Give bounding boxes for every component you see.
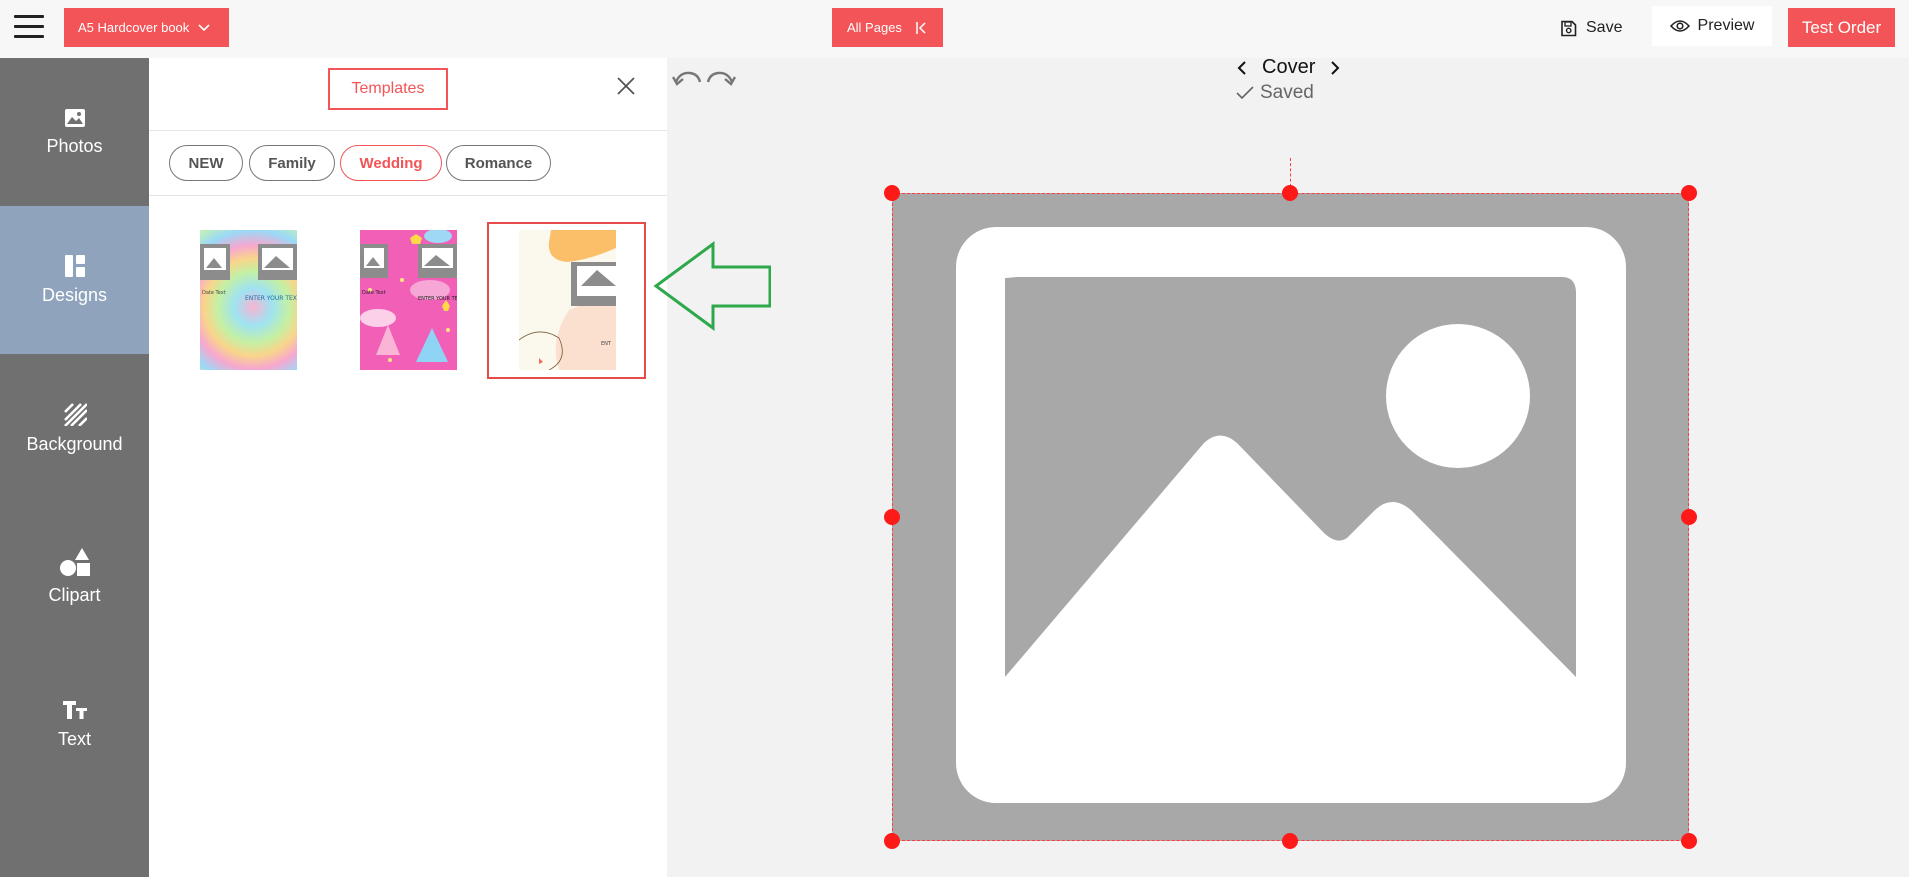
sidebar-item-background[interactable]: Background <box>0 354 149 502</box>
filter-chip-label: Wedding <box>359 154 423 172</box>
collapse-left-icon <box>916 22 926 34</box>
preview-label: Preview <box>1697 17 1755 34</box>
test-order-button[interactable]: Test Order <box>1788 8 1895 47</box>
sidebar-item-designs[interactable]: Designs <box>0 206 149 354</box>
save-status-label: Saved <box>1260 82 1314 103</box>
templates-panel: Templates NEW Family Wedding Romance ENT… <box>149 58 667 877</box>
svg-text:ENTER YOUR TE: ENTER YOUR TE <box>418 296 457 302</box>
save-status: Saved <box>1236 82 1314 104</box>
product-selector-button[interactable]: A5 Hardcover book <box>64 8 229 47</box>
save-label: Save <box>1586 19 1623 36</box>
resize-handle-right[interactable] <box>1681 509 1697 525</box>
chevron-left-icon[interactable] <box>1236 60 1248 75</box>
sidebar-item-clipart[interactable]: Clipart <box>0 502 149 650</box>
image-placeholder-icon: ENTER YOUR TEXT Date Text <box>200 244 297 302</box>
product-label: A5 Hardcover book <box>78 20 190 35</box>
chevron-right-icon[interactable] <box>1329 60 1341 75</box>
image-placeholder-icon <box>956 227 1626 803</box>
filter-chip-label: Family <box>268 154 316 172</box>
resize-handle-left[interactable] <box>884 509 900 525</box>
template-thumbnail-tie-dye[interactable]: ENTER YOUR TEXT Date Text <box>200 230 297 370</box>
test-order-label: Test Order <box>1801 17 1882 37</box>
filter-chip-label: NEW <box>188 154 224 172</box>
check-icon <box>1236 86 1254 100</box>
template-thumbnail-princess[interactable]: ENTER YOUR TE Date Text <box>360 230 457 370</box>
close-icon[interactable] <box>615 75 637 97</box>
resize-handle-top-right[interactable] <box>1681 185 1697 201</box>
chevron-down-icon <box>198 24 210 32</box>
background-icon <box>63 402 87 426</box>
menu-icon[interactable] <box>14 15 44 41</box>
filter-chip-new[interactable]: NEW <box>169 145 243 181</box>
redo-icon[interactable] <box>706 68 736 88</box>
filter-chip-label: Romance <box>464 154 533 172</box>
sidebar-item-label: Background <box>26 433 123 454</box>
text-icon <box>62 700 87 719</box>
undo-icon[interactable] <box>672 68 702 88</box>
all-pages-button[interactable]: All Pages <box>832 8 943 47</box>
sidebar: Photos Designs Background Clipart Text <box>0 58 149 877</box>
resize-handle-top-left[interactable] <box>884 185 900 201</box>
photo-icon <box>64 108 85 127</box>
clipart-icon <box>59 547 90 576</box>
princess-pattern: ENTER YOUR TE Date Text <box>360 230 457 362</box>
templates-tab[interactable]: Templates <box>328 68 448 110</box>
save-icon <box>1561 20 1577 36</box>
filter-chip-family[interactable]: Family <box>249 145 335 181</box>
resize-handle-top[interactable] <box>1282 185 1298 201</box>
svg-text:ENT: ENT <box>601 341 612 347</box>
resize-handle-bottom-left[interactable] <box>884 833 900 849</box>
template-thumbnail-pastel-abstract[interactable]: ENT <box>519 230 616 370</box>
eye-icon <box>1669 20 1690 32</box>
svg-text:Date Text: Date Text <box>202 290 226 296</box>
sidebar-item-label: Designs <box>41 284 108 305</box>
highlight-arrow-icon <box>653 241 771 331</box>
filter-chip-romance[interactable]: Romance <box>446 145 551 181</box>
undo-redo-group <box>672 68 736 88</box>
templates-title: Templates <box>351 80 425 97</box>
resize-handle-bottom[interactable] <box>1282 833 1298 849</box>
preview-button[interactable]: Preview <box>1652 6 1772 46</box>
sidebar-item-label: Clipart <box>48 584 101 605</box>
page-navigator: Cover <box>1236 56 1341 79</box>
designs-icon <box>64 254 85 277</box>
svg-text:Date Text: Date Text <box>362 290 386 296</box>
divider <box>149 195 667 196</box>
sidebar-item-photos[interactable]: Photos <box>0 58 149 206</box>
sidebar-item-text[interactable]: Text <box>0 650 149 798</box>
divider <box>149 130 667 131</box>
sidebar-item-label: Photos <box>46 135 103 156</box>
top-bar: A5 Hardcover book All Pages Save Preview… <box>0 0 1909 58</box>
pastel-pattern: ENT <box>519 230 616 370</box>
sidebar-item-label: Text <box>57 728 91 749</box>
save-button[interactable]: Save <box>1560 12 1622 44</box>
page-title: Cover <box>1262 56 1316 78</box>
resize-handle-bottom-right[interactable] <box>1681 833 1697 849</box>
svg-text:ENTER YOUR TEXT: ENTER YOUR TEXT <box>245 295 297 302</box>
all-pages-label: All Pages <box>847 20 902 35</box>
image-placeholder-frame[interactable] <box>892 193 1689 841</box>
filter-chip-wedding[interactable]: Wedding <box>340 145 442 181</box>
